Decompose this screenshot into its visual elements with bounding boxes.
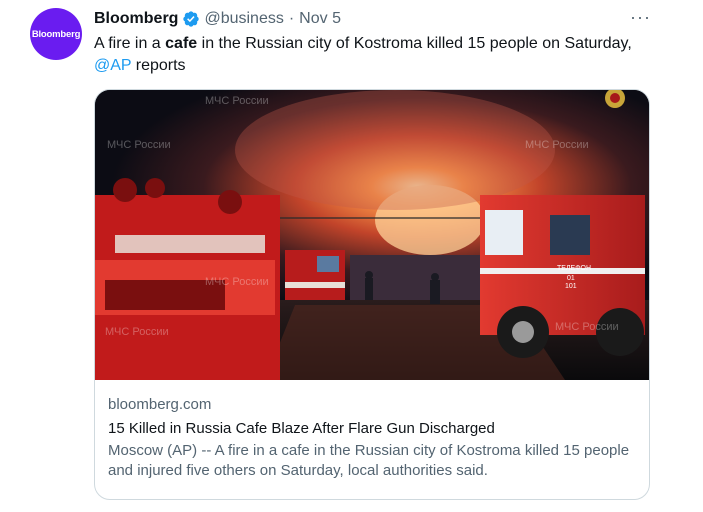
separator-dot: · — [288, 10, 295, 27]
verified-badge-icon — [183, 11, 200, 27]
tweet-text-part2: in the Russian city of Kostroma killed 1… — [197, 35, 632, 52]
truck-text-line3: 101 — [565, 283, 577, 290]
smoke-cloud — [235, 90, 555, 210]
tweet-text-bold: cafe — [165, 35, 198, 52]
more-options-icon[interactable]: ··· — [630, 8, 651, 26]
firefighter-2 — [365, 271, 373, 300]
fire-truck-middle — [285, 250, 345, 300]
fire-truck-right: ТЕЛЕФОН 01 101 — [480, 195, 645, 358]
card-title: 15 Killed in Russia Cafe Blaze After Fla… — [108, 420, 495, 437]
truck-text-line2: 01 — [567, 275, 575, 282]
image-watermark-top: МЧС России — [205, 95, 269, 107]
author-name[interactable]: Bloomberg — [94, 10, 178, 28]
tweet-date[interactable]: Nov 5 — [299, 10, 341, 28]
image-watermark-bottom: МЧС России — [105, 326, 169, 338]
avatar-logo-text: Bloomberg — [31, 28, 81, 40]
tweet-text-part3: reports — [131, 57, 186, 74]
card-description: Moscow (AP) -- A fire in a cafe in the R… — [108, 442, 630, 479]
firefighter-1 — [430, 273, 440, 304]
tweet-text: A fire in a cafe in the Russian city of … — [94, 33, 674, 77]
image-watermark-mid: МЧС России — [205, 276, 269, 288]
mention-link[interactable]: @AP — [94, 57, 131, 74]
link-card[interactable]: ТЕЛЕФОН 01 101 МЧС России МЧС России МЧС… — [94, 89, 650, 500]
card-meta[interactable]: bloomberg.com 15 Killed in Russia Cafe B… — [108, 395, 636, 481]
tweet-header: Bloomberg @business · Nov 5 — [94, 8, 653, 30]
card-image[interactable]: ТЕЛЕФОН 01 101 МЧС России МЧС России МЧС… — [95, 90, 650, 380]
truck-text-line1: ТЕЛЕФОН — [557, 265, 591, 272]
image-watermark-bottom-right: МЧС России — [555, 321, 619, 333]
tweet-text-part1: A fire in a — [94, 35, 166, 52]
image-watermark-left: МЧС России — [107, 139, 171, 151]
author-handle[interactable]: @business — [204, 10, 283, 28]
image-watermark-right: МЧС России — [525, 139, 589, 151]
avatar[interactable]: Bloomberg — [30, 8, 82, 60]
card-domain: bloomberg.com — [108, 396, 212, 413]
